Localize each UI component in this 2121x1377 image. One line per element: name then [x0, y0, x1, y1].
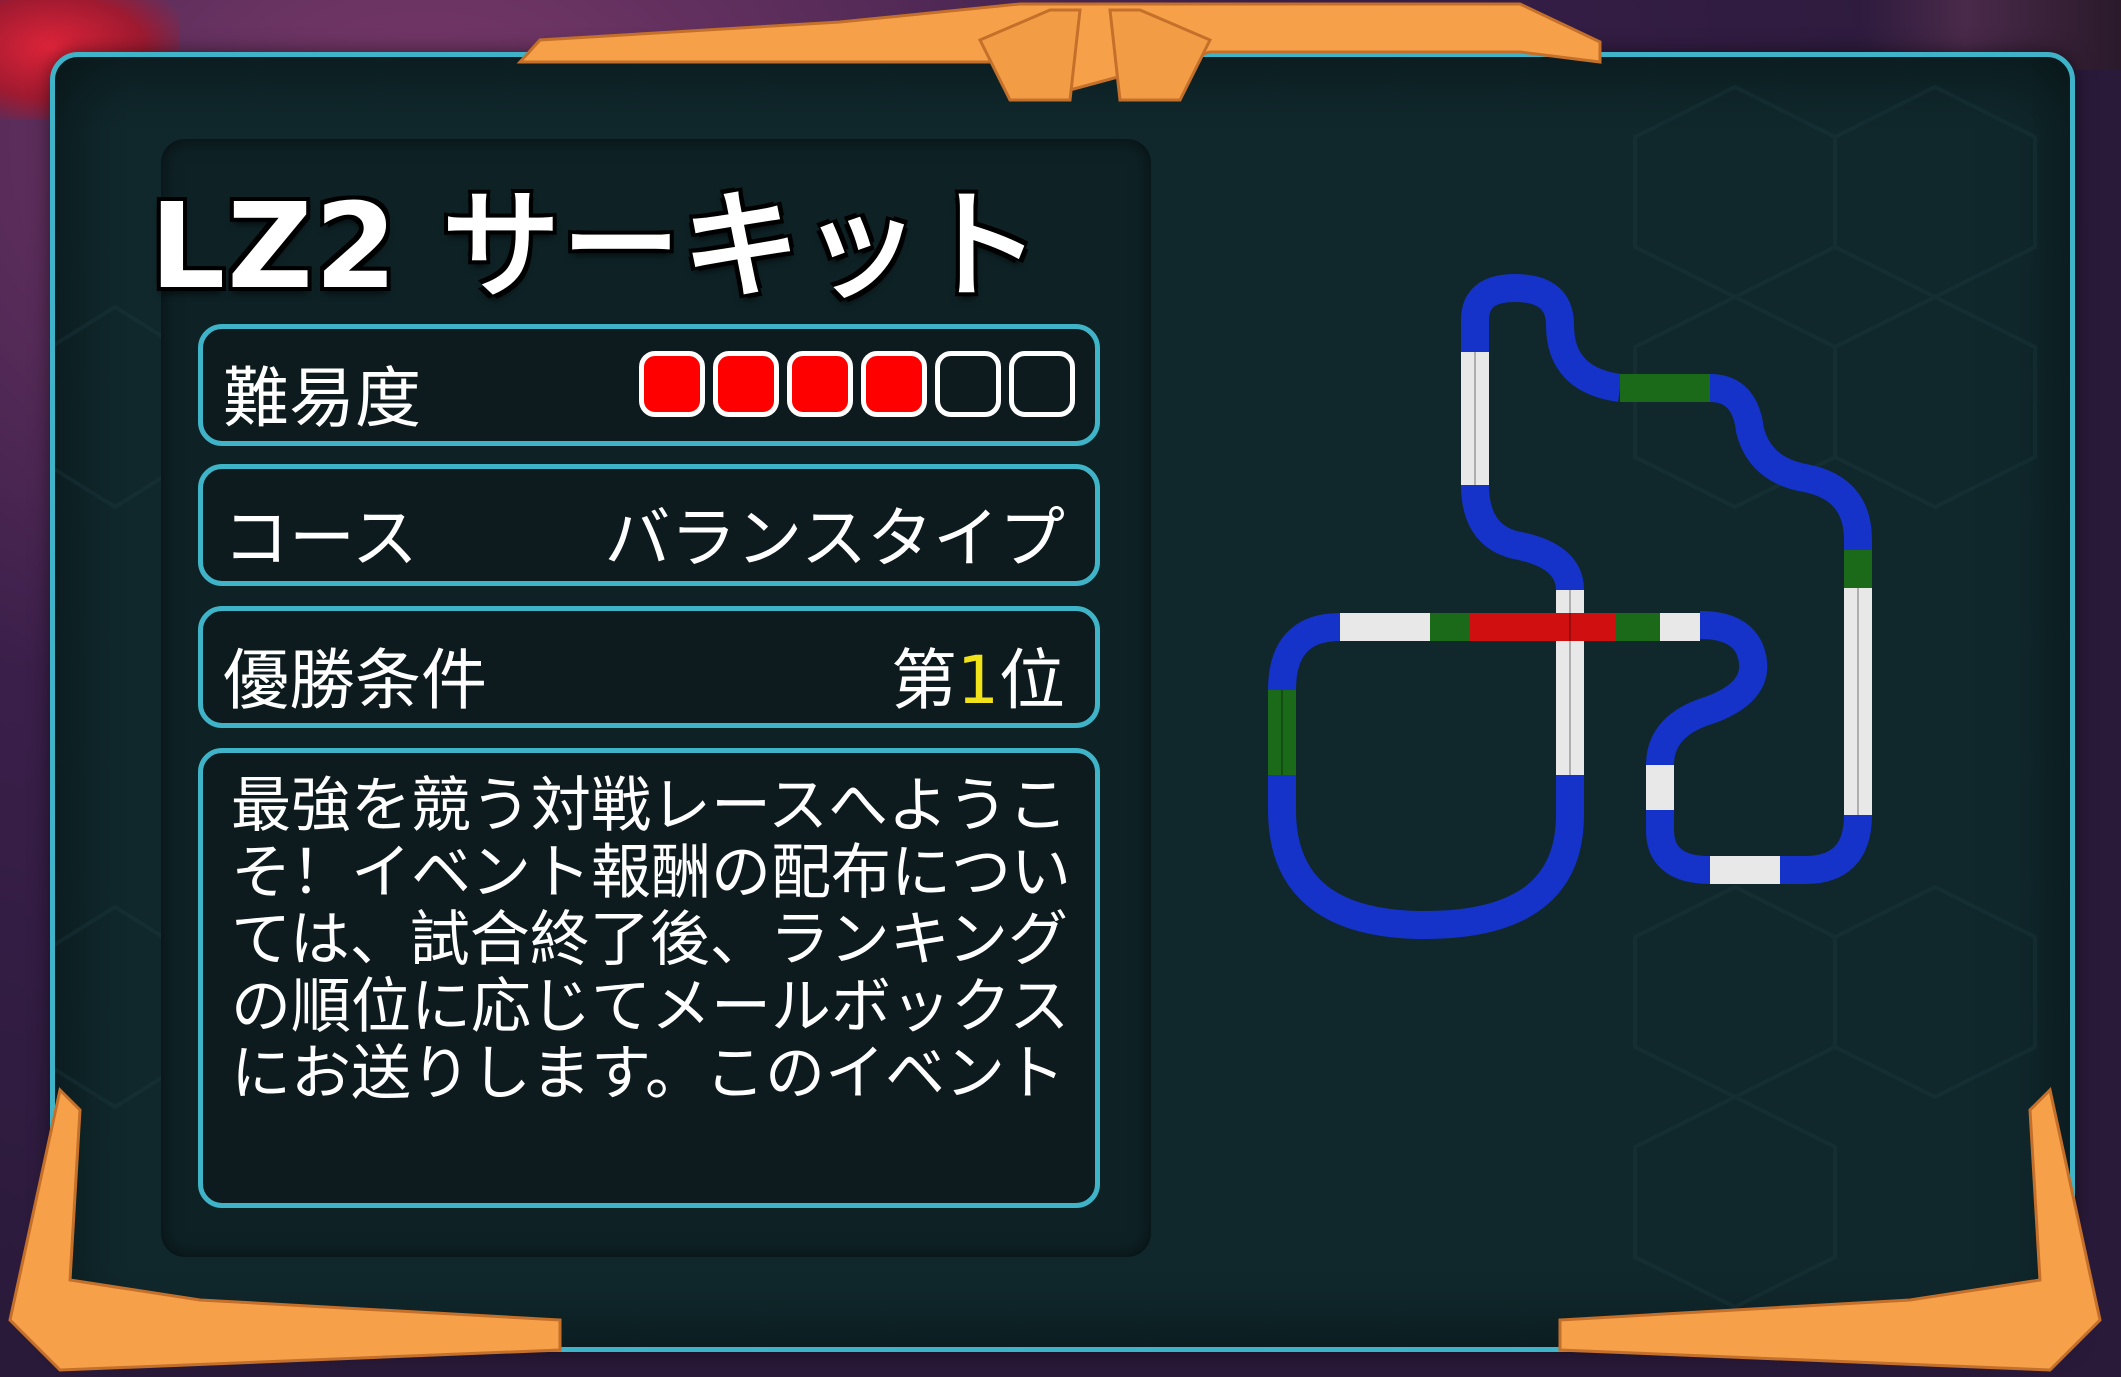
difficulty-pip [787, 351, 853, 417]
win-condition-label: 優勝条件 [223, 642, 487, 719]
difficulty-label: 難易度 [223, 360, 421, 437]
track-segment [1709, 374, 1872, 554]
difficulty-pip [935, 351, 1001, 417]
difficulty-pip [1009, 351, 1075, 417]
win-condition-row: 優勝条件 第1位 [198, 606, 1100, 728]
frame-corner-bottom-right [1558, 1086, 2102, 1372]
difficulty-pip [861, 351, 927, 417]
win-suffix: 位 [999, 642, 1065, 719]
track-segment [1268, 775, 1584, 939]
frame-top-ornament [516, 2, 1602, 102]
track-segment [1780, 814, 1872, 884]
event-title: LZ2 サーキット [150, 177, 1042, 315]
difficulty-row: 難易度 [198, 324, 1100, 446]
track-segment [1461, 484, 1584, 592]
difficulty-pip [639, 351, 705, 417]
win-rank: 1 [957, 642, 999, 719]
win-prefix: 第 [891, 642, 957, 719]
track-segment [1646, 810, 1711, 884]
course-row: コース バランスタイプ [198, 464, 1100, 586]
track-segment [1461, 274, 1623, 402]
course-label: コース [223, 500, 418, 577]
description-box[interactable]: 最強を競う対戦レースへようこそ！イベント報酬の配布については、試合終了後、ランキ… [198, 748, 1100, 1208]
win-condition-value: 第1位 [891, 627, 1065, 723]
difficulty-meter [639, 351, 1075, 417]
course-value: バランスタイプ [604, 500, 1065, 577]
track-segment [1646, 611, 1768, 766]
track-segment [1268, 613, 1341, 691]
description-text: 最強を競う対戦レースへようこそ！イベント報酬の配布については、試合終了後、ランキ… [231, 771, 1071, 1109]
difficulty-pip [713, 351, 779, 417]
course-map [1268, 274, 1872, 939]
